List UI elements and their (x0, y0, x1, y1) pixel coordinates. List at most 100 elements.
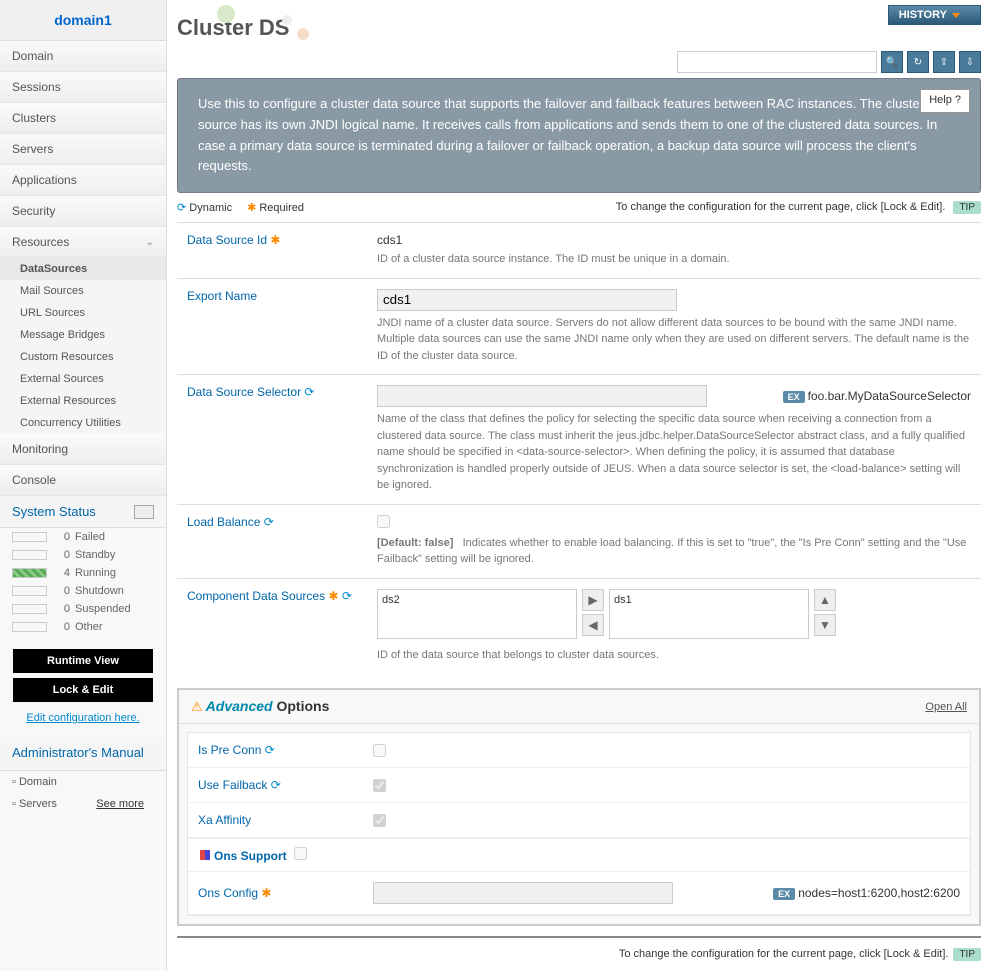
refresh-icon: ⟳ (271, 778, 281, 792)
tip-text: To change the configuration for the curr… (616, 201, 981, 214)
desc-loadbalance: [Default: false] Indicates whether to en… (377, 535, 971, 568)
sub-concurrency[interactable]: Concurrency Utilities (0, 412, 166, 434)
input-selector[interactable] (377, 385, 707, 407)
import-icon[interactable]: ⇩ (959, 51, 981, 73)
checkbox-failback[interactable] (373, 779, 386, 792)
checkbox-affinity[interactable] (373, 814, 386, 827)
move-down-button[interactable]: ▼ (814, 614, 836, 636)
help-button[interactable]: Help ? (920, 89, 970, 113)
monitor-icon (134, 505, 154, 519)
domain-title[interactable]: domain1 (0, 0, 166, 41)
nav-domain[interactable]: Domain (0, 41, 166, 72)
search-icon[interactable]: 🔍 (881, 51, 903, 73)
desc-components: ID of the data source that belongs to cl… (377, 647, 971, 664)
input-export[interactable] (377, 289, 677, 311)
required-icon: ✱ (270, 233, 280, 247)
label-components: Component Data Sources ✱ ⟳ (177, 578, 367, 673)
refresh-icon: ⟳ (265, 743, 275, 757)
history-button[interactable]: HISTORY (888, 5, 981, 25)
required-legend: ✱ Required (247, 201, 304, 214)
nav-security[interactable]: Security (0, 196, 166, 227)
ons-support-header: Ons Support (188, 838, 970, 872)
search-input[interactable] (677, 51, 877, 73)
label-preconn: Is Pre Conn ⟳ (198, 743, 373, 757)
required-icon: ✱ (328, 589, 338, 603)
nav-sessions[interactable]: Sessions (0, 72, 166, 103)
main-content: HISTORY Cluster DS 🔍 ↻ ⇪ ⇩ Use this to c… (167, 0, 991, 971)
status-failed: 0Failed (0, 528, 166, 546)
edit-config-link[interactable]: Edit configuration here. (0, 707, 166, 729)
tip-badge: TIP (953, 201, 981, 214)
sub-url[interactable]: URL Sources (0, 302, 166, 324)
nav-servers[interactable]: Servers (0, 134, 166, 165)
value-dsid: cds1 (377, 233, 971, 247)
required-icon: ✱ (261, 886, 271, 900)
status-suspended: 0Suspended (0, 600, 166, 618)
label-loadbalance: Load Balance ⟳ (177, 504, 367, 578)
checkbox-ons-support[interactable] (294, 847, 307, 860)
nav-console[interactable]: Console (0, 465, 166, 496)
move-up-button[interactable]: ▲ (814, 589, 836, 611)
selected-list[interactable]: ds1 (609, 589, 809, 639)
advanced-panel: ⚠Advanced Options Open All Is Pre Conn ⟳… (177, 688, 981, 926)
warning-icon: ⚠ (191, 699, 203, 714)
refresh-icon[interactable]: ↻ (907, 51, 929, 73)
info-banner: Use this to configure a cluster data sou… (177, 78, 981, 193)
example-selector: EXfoo.bar.MyDataSourceSelector (783, 389, 971, 403)
sub-external-src[interactable]: External Sources (0, 368, 166, 390)
see-more-link[interactable]: See more (84, 793, 156, 815)
manual-header: Administrator's Manual (0, 737, 166, 771)
move-left-button[interactable]: ◀ (582, 614, 604, 636)
available-list[interactable]: ds2 (377, 589, 577, 639)
flag-icon (200, 850, 210, 860)
input-onsconfig[interactable] (373, 882, 673, 904)
label-onsconfig: Ons Config ✱ (198, 886, 373, 900)
chevron-down-icon: ⌄ (146, 237, 154, 248)
desc-dsid: ID of a cluster data source instance. Th… (377, 251, 971, 268)
label-dsid: Data Source Id ✱ (177, 223, 367, 279)
nav-monitoring[interactable]: Monitoring (0, 434, 166, 465)
label-failback: Use Failback ⟳ (198, 778, 373, 792)
system-status-header: System Status (0, 496, 166, 528)
checkbox-loadbalance[interactable] (377, 515, 390, 528)
sub-custom[interactable]: Custom Resources (0, 346, 166, 368)
sub-mail[interactable]: Mail Sources (0, 280, 166, 302)
sidebar: domain1 Domain Sessions Clusters Servers… (0, 0, 167, 971)
lock-edit-button[interactable]: Lock & Edit (13, 678, 153, 702)
label-export: Export Name (177, 278, 367, 375)
advanced-title: ⚠Advanced Options (191, 698, 329, 715)
nav-clusters[interactable]: Clusters (0, 103, 166, 134)
manual-servers[interactable]: ▫ Servers (0, 793, 69, 815)
desc-export: JNDI name of a cluster data source. Serv… (377, 315, 971, 365)
move-right-button[interactable]: ▶ (582, 589, 604, 611)
page-title: Cluster DS (177, 0, 981, 51)
example-onsconfig: EXnodes=host1:6200,host2:6200 (773, 886, 960, 900)
checkbox-preconn[interactable] (373, 744, 386, 757)
runtime-view-button[interactable]: Runtime View (13, 649, 153, 673)
label-affinity: Xa Affinity (198, 813, 373, 827)
sub-external-res[interactable]: External Resources (0, 390, 166, 412)
resources-submenu: DataSources Mail Sources URL Sources Mes… (0, 258, 166, 434)
refresh-icon: ⟳ (264, 515, 274, 529)
nav-resources[interactable]: Resources ⌄ (0, 227, 166, 258)
refresh-icon: ⟳ (177, 202, 186, 214)
manual-domain[interactable]: ▫ Domain (0, 771, 166, 793)
decoration-dot (282, 15, 292, 25)
nav-applications[interactable]: Applications (0, 165, 166, 196)
sub-datasources[interactable]: DataSources (0, 258, 166, 280)
help-icon: ? (955, 94, 961, 106)
export-icon[interactable]: ⇪ (933, 51, 955, 73)
footer-tip: To change the configuration for the curr… (177, 936, 981, 971)
label-selector: Data Source Selector ⟳ (177, 375, 367, 505)
dynamic-legend: ⟳ Dynamic (177, 201, 232, 214)
open-all-link[interactable]: Open All (925, 701, 967, 713)
status-running: 4Running (0, 564, 166, 582)
refresh-icon: ⟳ (304, 385, 314, 399)
decoration-dot (217, 5, 235, 23)
required-icon: ✱ (247, 202, 256, 214)
sub-msgbridges[interactable]: Message Bridges (0, 324, 166, 346)
tip-badge: TIP (953, 948, 981, 961)
status-other: 0Other (0, 618, 166, 636)
desc-selector: Name of the class that defines the polic… (377, 411, 971, 494)
refresh-icon: ⟳ (342, 589, 352, 603)
